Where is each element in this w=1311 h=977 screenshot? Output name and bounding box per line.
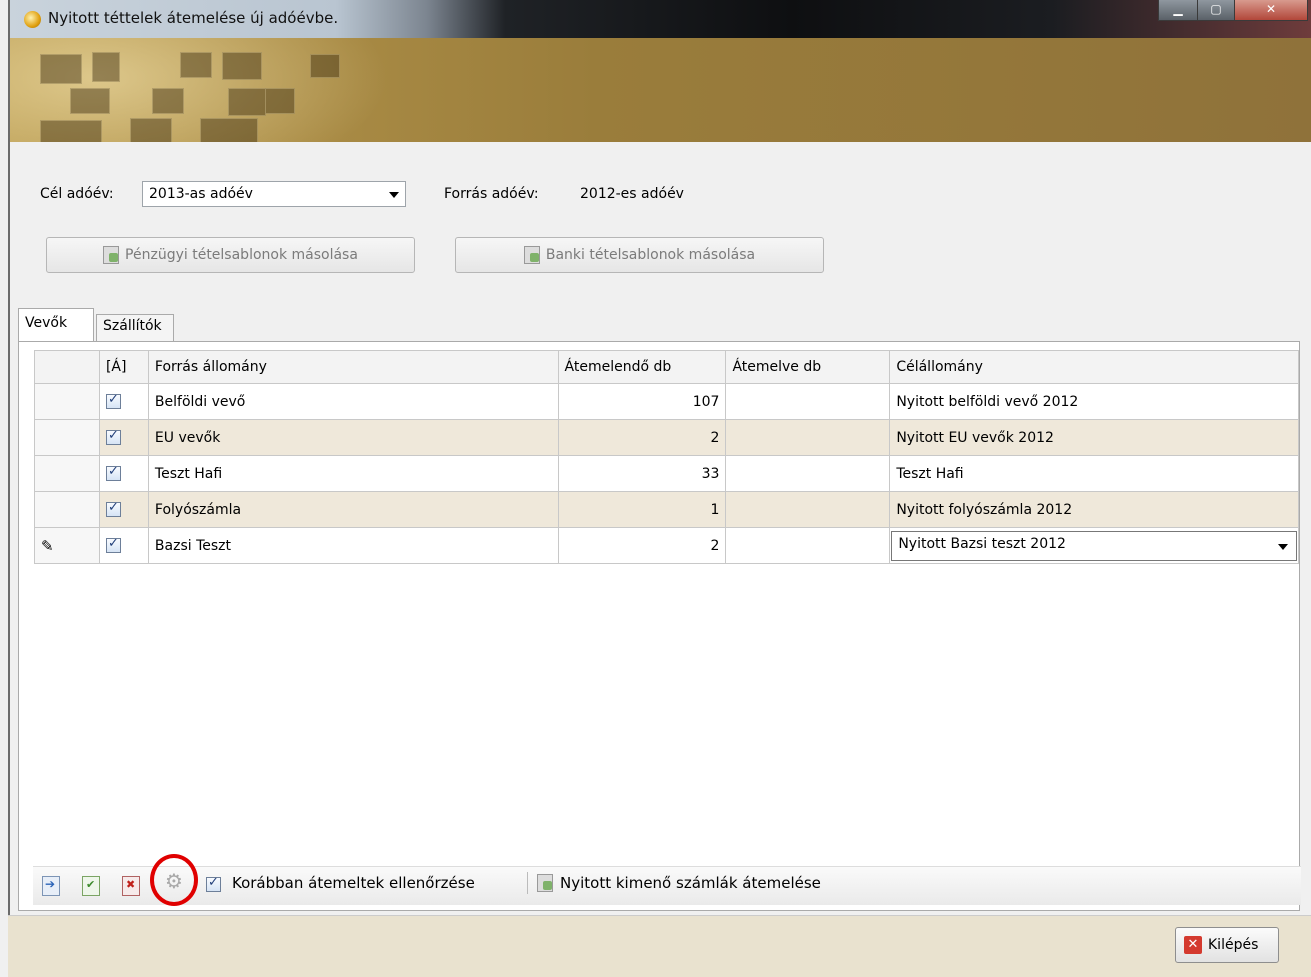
target-select[interactable]: Nyitott Bazsi teszt 2012 — [891, 530, 1297, 561]
copy-bank-templates-label: Banki tételsablonok másolása — [545, 247, 756, 263]
target-cell[interactable]: Nyitott folyószámla 2012 — [889, 491, 1299, 528]
recheck-checkbox[interactable] — [206, 875, 221, 892]
table-row[interactable]: Folyószámla 1 Nyitott folyószámla 2012 — [34, 491, 1299, 528]
transferred-cell[interactable] — [725, 419, 891, 456]
transferred-cell[interactable] — [725, 455, 891, 492]
target-cell[interactable]: Teszt Hafi — [889, 455, 1299, 492]
source-cell[interactable]: EU vevők — [147, 419, 559, 456]
exit-label: Kilépés — [1208, 937, 1259, 953]
tab-customers[interactable]: Vevők — [18, 308, 94, 342]
row-checkbox[interactable] — [98, 527, 149, 564]
copy-bank-templates-button[interactable]: Banki tételsablonok másolása — [455, 237, 824, 273]
maximize-button[interactable]: ▢ — [1197, 0, 1235, 21]
target-cell[interactable]: Nyitott belföldi vevő 2012 — [889, 383, 1299, 420]
to-transfer-cell[interactable]: 2 — [557, 527, 727, 564]
row-checkbox[interactable] — [98, 383, 149, 420]
source-cell[interactable]: Belföldi vevő — [147, 383, 559, 420]
exit-button[interactable]: ✕ Kilépés — [1175, 927, 1279, 963]
recheck-label: Korábban átemeltek ellenőrzése — [232, 874, 475, 892]
footer-bar — [8, 915, 1311, 977]
column-header-target[interactable]: Célállomány — [889, 350, 1299, 384]
toolbar-separator — [527, 872, 528, 894]
row-checkbox[interactable] — [98, 419, 149, 456]
transferred-cell[interactable] — [725, 527, 891, 564]
to-transfer-cell[interactable]: 2 — [557, 419, 727, 456]
table-row[interactable]: Belföldi vevő 107 Nyitott belföldi vevő … — [34, 383, 1299, 420]
tab-panel: [Á] Forrás állomány Átemelendő db Átemel… — [18, 341, 1300, 911]
edit-pencil-icon: ✎ — [41, 536, 54, 555]
chevron-down-icon — [1278, 543, 1288, 550]
transfer-invoices-button[interactable]: Nyitott kimenő számlák átemelése — [560, 874, 821, 892]
column-header-select[interactable]: [Á] — [98, 350, 149, 384]
row-checkbox[interactable] — [98, 455, 149, 492]
source-year-value: 2012-es adóév — [580, 186, 684, 202]
target-select-value: Nyitott Bazsi teszt 2012 — [898, 535, 1066, 552]
row-indicator-header — [34, 350, 100, 384]
to-transfer-cell[interactable]: 107 — [557, 383, 727, 420]
minimize-button[interactable]: ▁ — [1158, 0, 1198, 21]
transferred-cell[interactable] — [725, 383, 891, 420]
copy-financial-templates-label: Pénzügyi tételsablonok másolása — [125, 247, 358, 263]
highlight-circle — [150, 854, 198, 906]
row-indicator — [34, 455, 100, 492]
row-indicator — [34, 419, 100, 456]
target-year-select[interactable]: 2013-as adóév — [142, 181, 406, 207]
window-title: Nyitott téttelek átemelése új adóévbe. — [48, 9, 339, 27]
app-icon — [24, 11, 41, 28]
row-indicator: ✎ — [34, 527, 100, 564]
transfer-grid: [Á] Forrás állomány Átemelendő db Átemel… — [34, 350, 1299, 564]
target-cell[interactable]: Nyitott EU vevők 2012 — [889, 419, 1299, 456]
to-transfer-cell[interactable]: 33 — [557, 455, 727, 492]
tab-suppliers[interactable]: Szállítók — [96, 314, 174, 342]
row-checkbox[interactable] — [98, 491, 149, 528]
header-banner — [10, 38, 1311, 142]
chevron-down-icon — [389, 192, 399, 198]
source-cell[interactable]: Teszt Hafi — [147, 455, 559, 492]
accept-icon[interactable] — [82, 876, 100, 896]
close-icon: ✕ — [1184, 936, 1202, 954]
table-row[interactable]: ✎ Bazsi Teszt 2 Nyitott Bazsi teszt 2012 — [34, 527, 1299, 564]
table-row[interactable]: EU vevők 2 Nyitott EU vevők 2012 — [34, 419, 1299, 456]
column-header-to-transfer[interactable]: Átemelendő db — [557, 350, 727, 384]
source-cell[interactable]: Folyószámla — [147, 491, 559, 528]
source-year-label: Forrás adóév: — [444, 186, 539, 202]
table-row[interactable]: Teszt Hafi 33 Teszt Hafi — [34, 455, 1299, 492]
document-copy-icon — [103, 246, 120, 264]
column-header-transferred[interactable]: Átemelve db — [725, 350, 891, 384]
transferred-cell[interactable] — [725, 491, 891, 528]
row-indicator — [34, 491, 100, 528]
target-cell[interactable]: Nyitott Bazsi teszt 2012 — [889, 527, 1299, 564]
copy-financial-templates-button[interactable]: Pénzügyi tételsablonok másolása — [46, 237, 415, 273]
grid-header-row: [Á] Forrás állomány Átemelendő db Átemel… — [34, 350, 1299, 384]
close-button[interactable]: ✕ — [1234, 0, 1308, 21]
delete-icon[interactable] — [122, 876, 140, 896]
to-transfer-cell[interactable]: 1 — [557, 491, 727, 528]
column-header-source[interactable]: Forrás állomány — [147, 350, 559, 384]
title-bar: Nyitott téttelek átemelése új adóévbe. ▁… — [10, 0, 1311, 38]
row-indicator — [34, 383, 100, 420]
document-copy-icon — [537, 874, 553, 896]
import-icon[interactable] — [42, 876, 60, 896]
source-cell[interactable]: Bazsi Teszt — [147, 527, 559, 564]
document-copy-icon — [523, 246, 540, 264]
target-year-label: Cél adóév: — [40, 186, 114, 202]
target-year-value: 2013-as adóév — [149, 186, 253, 202]
